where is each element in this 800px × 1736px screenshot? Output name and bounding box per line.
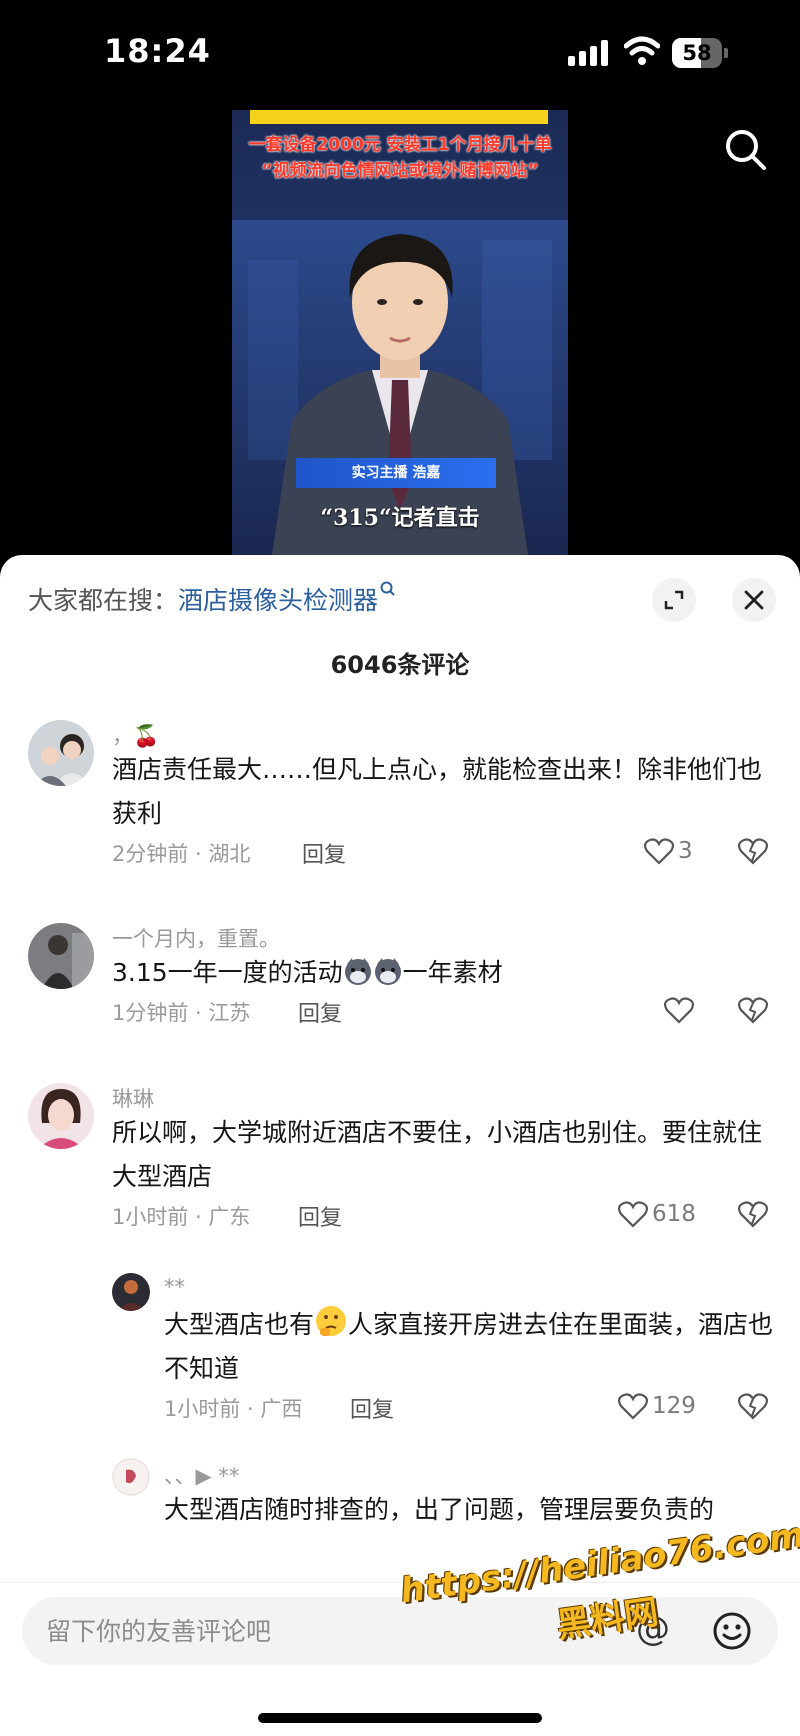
husky-emoji-icon [344,958,371,985]
avatar[interactable] [112,1458,150,1496]
reply-time-location: 1小时前 · 广西 [164,1397,303,1421]
status-time: 18:24 [104,32,211,70]
heart-icon [664,997,694,1024]
avatar[interactable] [112,1273,150,1311]
dislike-icon[interactable] [738,1391,768,1421]
video-headline-line2: “视频流向色情网站或境外赌博网站” [261,161,539,181]
comment-text: 3.15一年一度的活动 一年素材 [112,951,772,995]
video-headline-banner [250,110,548,124]
reply-username[interactable]: ** [164,1275,185,1299]
trending-search-prefix: 大家都在搜： [28,586,179,615]
trending-search[interactable]: 大家都在搜：酒店摄像头检测器 [28,581,396,617]
dislike-icon[interactable] [738,995,768,1025]
reply-button[interactable]: 回复 [298,1200,342,1232]
heart-icon [618,1201,648,1228]
avatar[interactable] [28,1083,94,1149]
like-count: 3 [678,838,693,864]
comment-text-part: 一年素材 [402,958,503,987]
video-player[interactable]: 一套设备2000元 安装工1个月接几十单 “视频流向色情网站或境外赌博网站” 实… [0,110,800,555]
search-icon [380,581,395,596]
reply-button[interactable]: 回复 [350,1392,394,1424]
battery-indicator: 58 [672,38,728,68]
comment-username[interactable]: 一个月内，重置。 [112,923,280,953]
expand-icon [664,590,684,610]
reply-text-part: 大型酒店也有 [164,1310,315,1339]
like-button[interactable]: 3 [644,835,693,867]
search-icon[interactable] [724,128,768,172]
comment-username[interactable]: ，🍒 [112,720,159,750]
dislike-icon[interactable] [738,1199,768,1229]
like-button[interactable]: 129 [618,1390,696,1422]
comment-time-location: 2分钟前 · 湖北 [112,842,251,866]
comment-text-part: 3.15一年一度的活动 [112,958,343,987]
trending-search-term[interactable]: 酒店摄像头检测器 [178,586,378,615]
home-indicator [258,1713,542,1723]
dislike-icon[interactable] [738,836,768,866]
like-count: 129 [652,1393,696,1419]
like-button[interactable]: 618 [618,1198,696,1230]
expand-button[interactable] [652,578,696,622]
close-icon [744,590,764,610]
reply-text: 大型酒店也有 人家直接开房进去住在里面装，酒店也不知道 [164,1303,774,1391]
close-button[interactable] [732,578,776,622]
avatar[interactable] [28,720,94,786]
like-button[interactable] [664,994,694,1026]
reply-username[interactable]: 、、▶ ** [164,1460,239,1490]
comment-text: 所以啊，大学城附近酒店不要住，小酒店也别住。要住就住大型酒店 [112,1118,763,1191]
battery-percent: 58 [682,41,712,65]
like-count: 618 [652,1201,696,1227]
cellular-signal-icon [568,40,608,66]
husky-emoji-icon [374,958,401,985]
wifi-icon [624,36,660,65]
status-bar: 18:24 58 [0,0,800,110]
thinking-emoji-icon [316,1306,347,1336]
presenter-name-tag: 实习主播 浩嘉 [296,458,496,488]
video-caption: “315“记者直击 [320,505,480,531]
avatar[interactable] [28,923,94,989]
heart-icon [644,838,674,865]
comment-time-location: 1分钟前 · 江苏 [112,1001,251,1025]
video-frame[interactable]: 一套设备2000元 安装工1个月接几十单 “视频流向色情网站或境外赌博网站” 实… [232,110,568,555]
comment-time-location: 1小时前 · 广东 [112,1205,251,1229]
reply-button[interactable]: 回复 [298,996,342,1028]
comment-text: 酒店责任最大……但凡上点心，就能检查出来！除非他们也获利 [112,755,763,828]
heart-icon [618,1393,648,1420]
comment-username[interactable]: 琳琳 [112,1083,154,1113]
video-headline-line1: 一套设备2000元 安装工1个月接几十单 [248,135,552,155]
reply-button[interactable]: 回复 [302,837,346,869]
comment-count: 6046条评论 [330,651,470,679]
